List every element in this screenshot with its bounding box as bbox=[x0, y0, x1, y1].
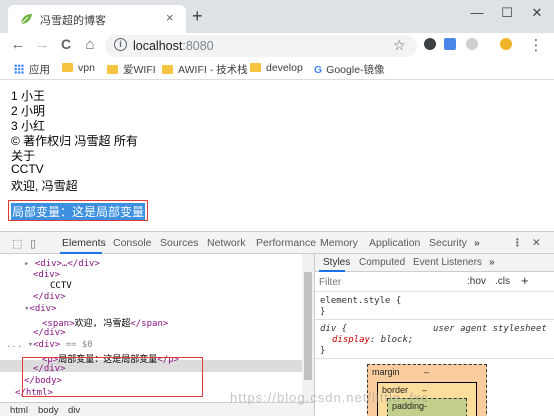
site-info-icon[interactable]: i bbox=[114, 38, 127, 51]
leaf-favicon-icon bbox=[20, 14, 32, 25]
annotation-red-box bbox=[22, 357, 203, 397]
address-bar[interactable]: i localhost:8080 ☆ bbox=[105, 35, 417, 57]
extension-icon[interactable] bbox=[424, 38, 436, 50]
rule-close-brace: } bbox=[320, 346, 326, 356]
tab-title: 冯雪超的博客 bbox=[40, 15, 106, 27]
browser-window: 冯雪超的博客 × + — ☐ ✕ ← → C ⌂ i localhost:808… bbox=[0, 0, 554, 416]
breadcrumb-html[interactable]: html bbox=[10, 405, 28, 416]
bookmark-aiwifi[interactable]: 爱WIFI bbox=[107, 62, 156, 77]
box-model-margin-value: – bbox=[424, 367, 430, 377]
tree-node[interactable]: ▸ <div>…</div> bbox=[24, 259, 100, 269]
google-icon: G bbox=[314, 64, 323, 76]
minimize-button[interactable]: — bbox=[462, 2, 492, 24]
css-declaration[interactable]: display: block; bbox=[332, 335, 413, 345]
reload-button[interactable]: C bbox=[56, 36, 76, 52]
folder-icon bbox=[162, 65, 173, 74]
tab-close-icon[interactable]: × bbox=[166, 10, 174, 25]
tab-computed[interactable]: Computed bbox=[359, 257, 405, 268]
bookmark-apps[interactable]: 应用 bbox=[14, 62, 50, 77]
rule-divider bbox=[315, 358, 554, 359]
extension-translate-icon[interactable] bbox=[444, 38, 456, 50]
close-window-button[interactable]: ✕ bbox=[522, 2, 552, 24]
tab-sources[interactable]: Sources bbox=[160, 237, 199, 249]
add-style-rule-button[interactable]: + bbox=[521, 273, 529, 288]
tab-elements[interactable]: Elements bbox=[62, 237, 106, 249]
extension-gray-icon[interactable] bbox=[466, 38, 478, 50]
bookmark-vpn[interactable]: vpn bbox=[62, 62, 95, 74]
watermark-text: https://blog.csdn.net/little_fxc bbox=[230, 390, 429, 405]
devtools-menu-icon[interactable]: ⋮ bbox=[512, 237, 523, 249]
apps-grid-icon bbox=[14, 64, 24, 74]
home-button[interactable]: ⌂ bbox=[80, 36, 100, 53]
inspect-element-icon[interactable]: ⬚ bbox=[12, 237, 22, 250]
tree-node[interactable]: <div> bbox=[33, 270, 60, 280]
back-button[interactable]: ← bbox=[8, 36, 28, 53]
folder-icon bbox=[62, 63, 73, 72]
tree-node-selected[interactable]: ... ▾<div> == $0 bbox=[6, 340, 93, 350]
tree-node[interactable]: </div> bbox=[33, 292, 66, 302]
elements-tree: ▸ <div>…</div> <div> CCTV </div> ▾<div> … bbox=[0, 254, 314, 402]
tab-security[interactable]: Security bbox=[429, 237, 467, 249]
device-toolbar-icon[interactable]: ▯ bbox=[30, 237, 36, 250]
url-port: :8080 bbox=[182, 39, 214, 53]
tab-strip: 冯雪超的博客 × + — ☐ ✕ bbox=[0, 0, 554, 33]
new-tab-button[interactable]: + bbox=[192, 6, 203, 27]
styles-filter-bar: :hov .cls + bbox=[315, 272, 554, 292]
tab-network[interactable]: Network bbox=[207, 237, 246, 249]
element-style-selector[interactable]: element.style { bbox=[320, 296, 401, 306]
profile-avatar-icon[interactable] bbox=[500, 38, 512, 50]
url-host: localhost bbox=[133, 39, 183, 53]
tree-text-node[interactable]: CCTV bbox=[50, 281, 72, 291]
breadcrumb-div[interactable]: div bbox=[68, 405, 80, 416]
breadcrumb-body[interactable]: body bbox=[38, 405, 59, 416]
hover-state-toggle[interactable]: :hov bbox=[467, 276, 486, 287]
div-rule-selector[interactable]: div { bbox=[320, 324, 347, 334]
tab-memory[interactable]: Memory bbox=[320, 237, 358, 249]
cctv-text: CCTV bbox=[11, 162, 44, 176]
bookmark-google-mirror[interactable]: G Google-镜像 bbox=[314, 62, 385, 77]
more-tabs-button[interactable]: » bbox=[474, 237, 480, 249]
class-toggle[interactable]: .cls bbox=[495, 276, 510, 287]
folder-icon bbox=[107, 65, 118, 74]
tree-scrollbar-thumb[interactable] bbox=[304, 272, 312, 380]
rule-source-label: user agent stylesheet bbox=[433, 324, 547, 334]
browser-toolbar: ← → C ⌂ i localhost:8080 ☆ ⋮ bbox=[0, 33, 554, 60]
browser-tab[interactable]: 冯雪超的博客 × bbox=[8, 5, 186, 33]
devtools-close-button[interactable]: ✕ bbox=[532, 237, 541, 249]
box-model-margin-label: margin bbox=[372, 367, 400, 377]
bookmark-star-icon[interactable]: ☆ bbox=[393, 37, 406, 54]
url-text: localhost:8080 bbox=[133, 39, 214, 53]
maximize-button[interactable]: ☐ bbox=[492, 2, 522, 24]
rule-close-brace: } bbox=[320, 307, 326, 317]
styles-tab-bar: Styles Computed Event Listeners » bbox=[315, 254, 554, 272]
bookmarks-bar: 应用 vpn 爱WIFI AWIFI - 技术栈 develop G Google… bbox=[0, 60, 554, 80]
tree-node[interactable]: </div> bbox=[33, 328, 66, 338]
tree-node[interactable]: ▾<div> bbox=[24, 304, 57, 314]
rule-divider bbox=[315, 319, 554, 320]
tab-event-listeners[interactable]: Event Listeners bbox=[413, 257, 482, 268]
bookmark-awifi-stack[interactable]: AWIFI - 技术栈 bbox=[162, 62, 248, 77]
forward-button[interactable]: → bbox=[32, 36, 52, 53]
tab-performance[interactable]: Performance bbox=[256, 237, 316, 249]
selected-local-variable-text[interactable]: 局部变量：这是局部变量 bbox=[11, 203, 146, 220]
devtools-panel: ⬚ ▯ Elements Console Sources Network Per… bbox=[0, 231, 554, 416]
welcome-text: 欢迎, 冯雪超 bbox=[11, 179, 78, 193]
more-style-tabs[interactable]: » bbox=[489, 257, 495, 268]
tab-console[interactable]: Console bbox=[113, 237, 152, 249]
browser-menu-icon[interactable]: ⋮ bbox=[526, 36, 546, 54]
tab-application[interactable]: Application bbox=[369, 237, 420, 249]
tab-styles[interactable]: Styles bbox=[323, 257, 350, 268]
bookmark-develop[interactable]: develop bbox=[250, 62, 303, 74]
styles-filter-input[interactable] bbox=[319, 275, 439, 289]
folder-icon bbox=[250, 63, 261, 72]
devtools-tab-bar: ⬚ ▯ Elements Console Sources Network Per… bbox=[0, 232, 554, 254]
